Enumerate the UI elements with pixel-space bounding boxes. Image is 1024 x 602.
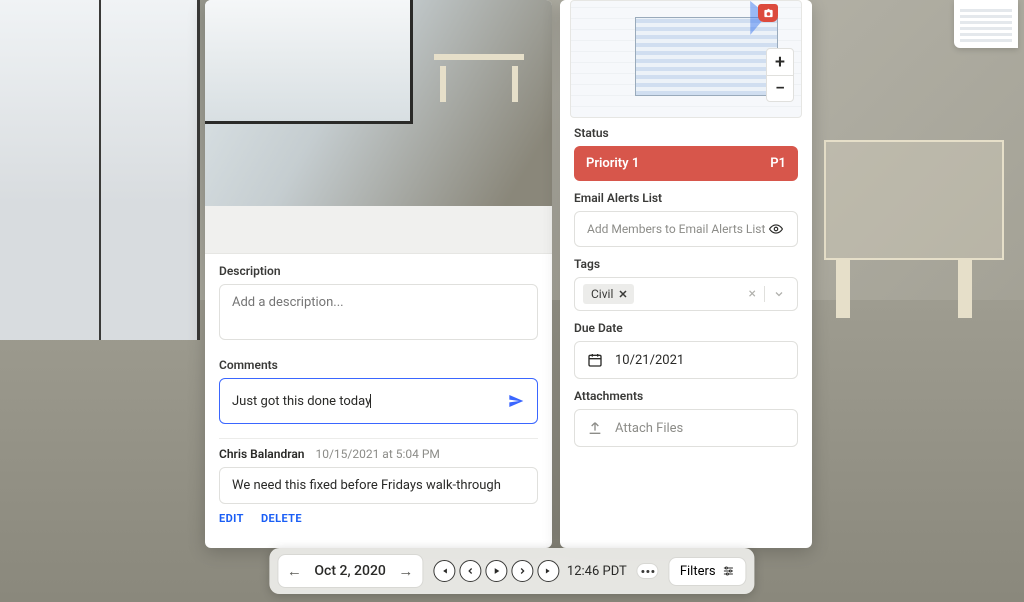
- status-code: P1: [770, 156, 786, 171]
- date-next-button[interactable]: →: [396, 559, 416, 583]
- tags-label: Tags: [574, 257, 798, 271]
- tag-remove-icon[interactable]: ✕: [618, 288, 627, 301]
- skip-end-icon[interactable]: [537, 560, 559, 582]
- upload-icon: [587, 420, 603, 436]
- sliders-icon: [722, 565, 736, 577]
- minimap-thumbnail[interactable]: [954, 0, 1018, 48]
- comment-input-wrap[interactable]: Just got this done today: [219, 378, 538, 424]
- tag-chip: Civil ✕: [583, 284, 634, 304]
- play-icon[interactable]: [485, 560, 507, 582]
- comment-timestamp: 10/15/2021 at 5:04 PM: [315, 447, 439, 461]
- zoom-in-button[interactable]: +: [767, 49, 793, 75]
- time-display: 12:46 PDT: [563, 564, 631, 579]
- comment-meta: Chris Balandran 10/15/2021 at 5:04 PM: [205, 445, 552, 467]
- status-label: Status: [574, 126, 798, 140]
- next-icon[interactable]: [511, 560, 533, 582]
- eye-icon[interactable]: [767, 222, 785, 236]
- due-date-field[interactable]: 10/21/2021: [574, 341, 798, 379]
- description-label: Description: [219, 264, 538, 278]
- tag-label: Civil: [591, 287, 613, 301]
- tags-field[interactable]: Civil ✕ ×: [574, 277, 798, 311]
- photo-caption-area: [205, 206, 552, 254]
- map-marker-icon[interactable]: [758, 4, 778, 22]
- due-date-value: 10/21/2021: [615, 353, 684, 368]
- observation-photo: [205, 0, 552, 206]
- comment-author: Chris Balandran: [219, 447, 304, 461]
- date-display[interactable]: Oct 2, 2020: [308, 563, 392, 579]
- calendar-icon: [587, 352, 603, 368]
- date-prev-button[interactable]: ←: [284, 559, 304, 583]
- filters-button[interactable]: Filters: [669, 557, 747, 586]
- description-input[interactable]: [219, 284, 538, 340]
- date-stepper: ← Oct 2, 2020 →: [277, 554, 423, 588]
- send-icon[interactable]: [507, 393, 525, 409]
- more-options-button[interactable]: [637, 563, 659, 579]
- divider: [219, 438, 538, 439]
- email-alerts-placeholder: Add Members to Email Alerts List: [587, 222, 765, 236]
- delete-button[interactable]: DELETE: [261, 512, 302, 525]
- attach-files-button[interactable]: Attach Files: [574, 409, 798, 447]
- prev-icon[interactable]: [459, 560, 481, 582]
- detail-panel-right: + − Status Priority 1 P1 Email Alerts Li…: [560, 0, 812, 548]
- filters-label: Filters: [680, 564, 716, 579]
- edit-button[interactable]: EDIT: [219, 512, 244, 525]
- detail-panel-left: Description Comments Just got this done …: [205, 0, 552, 548]
- zoom-out-button[interactable]: −: [767, 75, 793, 101]
- email-alerts-field[interactable]: Add Members to Email Alerts List: [574, 211, 798, 247]
- zoom-controls: + −: [766, 48, 794, 102]
- comment-input[interactable]: Just got this done today: [232, 394, 507, 409]
- playback-controls: 12:46 PDT: [433, 560, 659, 582]
- status-value: Priority 1: [586, 156, 639, 171]
- tags-clear-icon[interactable]: ×: [741, 286, 765, 302]
- status-pill[interactable]: Priority 1 P1: [574, 146, 798, 181]
- comments-label: Comments: [219, 358, 538, 372]
- chevron-down-icon[interactable]: [765, 288, 789, 300]
- comment-body: We need this fixed before Fridays walk-t…: [219, 467, 538, 504]
- email-alerts-label: Email Alerts List: [574, 191, 798, 205]
- attachments-label: Attachments: [574, 389, 798, 403]
- due-date-label: Due Date: [574, 321, 798, 335]
- skip-start-icon[interactable]: [433, 560, 455, 582]
- timeline-toolbar: ← Oct 2, 2020 → 12:46 PDT Filters: [269, 548, 754, 594]
- floorplan-map[interactable]: + −: [560, 0, 812, 118]
- attach-placeholder: Attach Files: [615, 421, 683, 436]
